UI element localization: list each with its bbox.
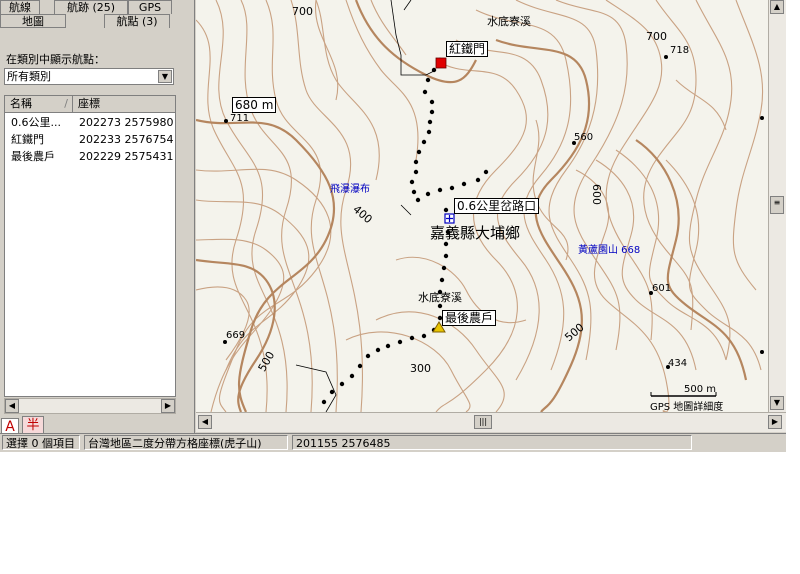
sort-icon: / — [64, 97, 68, 110]
status-bar: 選擇 0 個項目 台灣地區二度分帶方格座標(虎子山) 201155 257648… — [0, 433, 786, 452]
waypoint-coord: 202229 2575431 — [79, 150, 174, 163]
column-header-coord[interactable]: 座標 — [73, 96, 175, 112]
left-panel: 航線 航跡 (25) GPS 地圖 航點 (3) 在類別中顯示航點： 所有類別 … — [0, 0, 195, 436]
waypoint-row[interactable]: 0.6公里... 202273 2575980 — [5, 115, 175, 131]
contour-label: 601 — [652, 283, 672, 294]
waypoint-row[interactable]: 紅鐵門 202233 2576754 — [5, 132, 175, 148]
status-coordinate-system: 台灣地區二度分帶方格座標(虎子山) — [84, 435, 288, 450]
scale-distance: 500 m — [684, 384, 717, 395]
waypoint-list[interactable]: 名稱 / 座標 0.6公里... 202273 2575980 紅鐵門 2022… — [4, 95, 176, 397]
scroll-left-icon[interactable]: ◀ — [5, 399, 19, 413]
scroll-thumb[interactable]: ≡ — [770, 196, 784, 214]
contour-label: 700 — [646, 30, 667, 43]
waypoint-list-header: 名稱 / 座標 — [5, 96, 175, 113]
peak-label: 黃蘆園山 668 — [578, 245, 641, 256]
waypoint-name: 最後農戶 — [11, 150, 55, 163]
contour-label: 300 — [410, 362, 431, 375]
gate-marker — [435, 57, 447, 69]
waypoint-label-gate[interactable]: 紅鐵門 — [446, 41, 489, 57]
tab-waypoints[interactable]: 航點 (3) — [104, 14, 170, 28]
waterfall-label: 飛瀑瀑布 — [330, 184, 370, 195]
category-label: 在類別中顯示航點： — [6, 53, 105, 66]
app-window: 航線 航跡 (25) GPS 地圖 航點 (3) 在類別中顯示航點： 所有類別 … — [0, 0, 786, 452]
contour-label: 600 — [590, 184, 603, 205]
river-label: 水底寮溪 — [487, 15, 531, 28]
waypoint-coord: 202273 2575980 — [79, 116, 174, 129]
scroll-right-icon[interactable]: ▶ — [768, 415, 782, 429]
scroll-left-icon[interactable]: ◀ — [198, 415, 212, 429]
scale-caption: GPS 地圖詳細度 — [650, 402, 724, 412]
category-select[interactable]: 所有類別 ▼ — [4, 68, 174, 85]
waypoint-row[interactable]: 最後農戶 202229 2575431 — [5, 149, 175, 165]
contour-label: 700 — [292, 5, 313, 18]
waypoint-label-junction[interactable]: 0.6公里岔路口 — [454, 198, 540, 214]
region-label: 嘉義縣大埔鄉 — [430, 224, 521, 242]
contour-label: 434 — [668, 358, 688, 369]
river-label: 水底寮溪 — [418, 291, 462, 304]
contour-label: 711 — [230, 113, 250, 124]
tab-routes[interactable]: 航線 — [0, 0, 40, 14]
map-view[interactable]: 680 m 紅鐵門 0.6公里岔路口 最後農戶 嘉義縣大埔鄉 水底寮溪 水底寮溪… — [196, 0, 768, 412]
contour-label: 718 — [670, 45, 690, 56]
map-horizontal-scrollbar[interactable]: ◀ ||| ▶ — [196, 412, 786, 432]
category-value: 所有類別 — [7, 70, 51, 83]
column-header-name[interactable]: 名稱 / — [5, 96, 73, 112]
status-cursor-coords: 201155 2576485 — [292, 435, 692, 450]
chevron-down-icon[interactable]: ▼ — [158, 70, 172, 83]
scroll-right-icon[interactable]: ▶ — [161, 399, 175, 413]
contour-label: 669 — [226, 330, 246, 341]
map-vertical-scrollbar[interactable]: ▲ ≡ ▼ — [768, 0, 786, 412]
waypoint-coord: 202233 2576754 — [79, 133, 174, 146]
tab-map[interactable]: 地圖 — [0, 14, 66, 28]
contour-label: 560 — [574, 132, 594, 143]
list-horizontal-scrollbar[interactable]: ◀ ▶ — [4, 398, 176, 414]
scroll-up-icon[interactable]: ▲ — [770, 0, 784, 14]
elevation-label: 680 m — [232, 97, 277, 113]
waypoint-name: 0.6公里... — [11, 116, 61, 129]
waypoint-label-farm[interactable]: 最後農戶 — [442, 310, 497, 326]
scroll-thumb[interactable]: ||| — [474, 415, 492, 429]
scroll-down-icon[interactable]: ▼ — [770, 396, 784, 410]
tab-gps[interactable]: GPS — [128, 0, 172, 14]
tab-tracks[interactable]: 航跡 (25) — [54, 0, 128, 14]
status-selection: 選擇 0 個項目 — [2, 435, 80, 450]
waypoint-name: 紅鐵門 — [11, 133, 44, 146]
